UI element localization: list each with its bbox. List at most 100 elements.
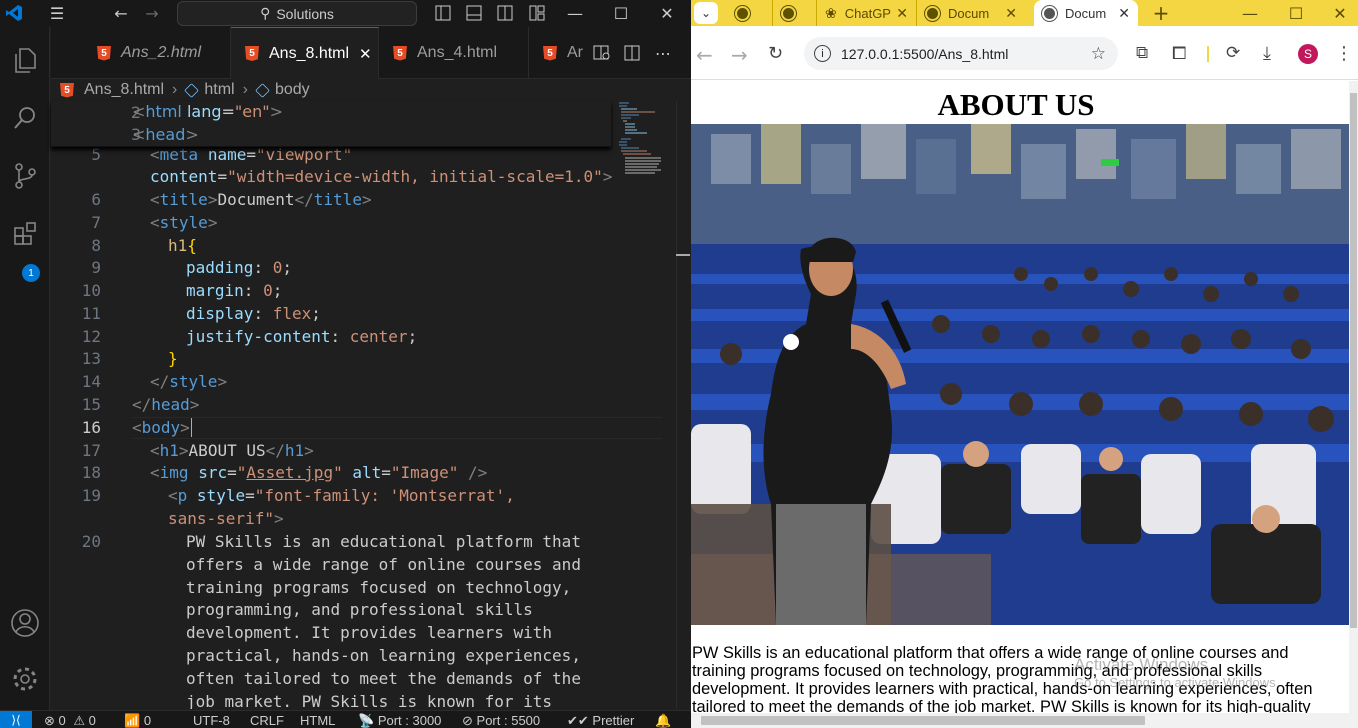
toggle-sidebar-icon[interactable] [432,2,454,24]
more-menu-icon[interactable]: ⋮ [1335,43,1353,64]
forward-arrow-icon[interactable]: → [139,2,165,24]
minimize-icon[interactable]: — [1237,2,1263,24]
breadcrumb-file[interactable]: Ans_8.html [84,81,164,99]
toggle-panel-icon[interactable] [463,2,485,24]
eol-indicator[interactable]: CRLF [250,713,284,728]
close-tab-icon[interactable]: ✕ [896,5,908,22]
breadcrumb-separator-icon: › [242,81,248,98]
ports-indicator[interactable]: 📶 0 [124,713,151,728]
webpage-viewport: ABOUT US PW Skills is an educational pla… [691,81,1358,728]
browser-tab-active[interactable]: Docum ✕ [1034,0,1138,26]
close-window-icon[interactable]: ✕ [1327,2,1353,24]
more-actions-icon[interactable]: ⋯ [651,42,675,64]
sticky-scroll-header: 2 <html lang="en"> 3 <head> [51,101,611,147]
command-center-search[interactable]: ⚲ Solutions [177,1,417,26]
code-line: <h1>ABOUT US</h1> [150,441,314,460]
tab-ans-8[interactable]: 5 Ans_8.html ✕ [231,27,379,79]
back-arrow-icon[interactable]: ← [108,2,134,24]
browser-tab-document[interactable]: Docum ✕ [917,0,1025,26]
new-tab-icon[interactable]: + [1149,1,1173,25]
prettier-indicator[interactable]: ✔✔ Prettier [567,713,634,728]
error-count: 0 [58,713,66,728]
toggle-secondary-sidebar-icon[interactable] [494,2,516,24]
profile-avatar[interactable]: S [1298,44,1318,64]
breadcrumb-body[interactable]: body [275,81,310,99]
browser-tab-strip: ⌄ ❀ ChatGP ✕ Docum ✕ Docum ✕ + — ☐ ✕ [691,0,1358,26]
code-line: <img src="Asset.jpg" alt="Image" /> [150,463,488,482]
scrollbar-thumb[interactable] [701,716,1145,725]
code-line: often tailored to meet the demands of th… [186,668,581,688]
code-line: programming, and professional skills [186,600,533,620]
back-arrow-icon[interactable]: ← [696,43,713,67]
tab-search-icon[interactable]: ⌄ [694,2,718,24]
browser-tab-chatgpt[interactable]: ❀ ChatGP ✕ [817,0,917,26]
extensions-icon[interactable] [0,211,50,257]
maximize-icon[interactable]: ☐ [608,2,634,24]
symbol-icon [184,82,200,98]
globe-icon [735,5,750,21]
notifications-bell-icon[interactable]: 🔔 [655,713,671,728]
split-editor-icon[interactable] [621,42,643,64]
line-number: 15 [81,395,101,414]
live-share-port[interactable]: 📡 Port : 3000 [358,713,441,728]
breadcrumb-html[interactable]: html [204,81,234,99]
tab-label: Ar [567,44,583,61]
line-number: 5 [91,145,101,164]
browser-toolbar: ← → ↻ i 127.0.0.1:5500/Ans_8.html ☆ ⧉ ⧠ … [691,26,1358,80]
editor-scrollbar[interactable] [676,101,690,709]
vscode-window: ☰ ← → ⚲ Solutions — ☐ ✕ 1 5 Ans_2.html 5… [0,0,691,728]
accounts-icon[interactable] [0,600,50,646]
settings-gear-icon[interactable] [0,656,50,702]
code-line: sans-serif"> [168,509,284,528]
watermark-subtitle: Go to Settings to activate Windows. [1074,675,1280,690]
tab-overflow[interactable]: 5 Ar [529,27,591,79]
close-tab-icon[interactable]: ✕ [1005,5,1017,22]
chatgpt-icon: ❀ [825,4,837,21]
go-live-button[interactable]: ⊘ Port : 5500 [462,713,540,728]
downloads-icon[interactable]: ⤓ [1263,43,1271,64]
explorer-icon[interactable] [0,37,50,83]
reading-mode-icon[interactable]: ⧉ [1136,43,1148,63]
code-editor[interactable]: 23567891011121314151617181920 <html lang… [51,101,691,709]
forward-arrow-icon[interactable]: → [731,43,748,67]
browser-tab[interactable] [727,0,773,26]
extension-icon[interactable]: ⟳ [1226,43,1240,63]
browser-window: ⌄ ❀ ChatGP ✕ Docum ✕ Docum ✕ + — ☐ ✕ ← → ↻ i… [691,0,1358,728]
open-preview-icon[interactable] [591,42,613,64]
maximize-icon[interactable]: ☐ [1283,2,1309,24]
code-line: padding: 0; [186,258,292,277]
problems-indicator[interactable]: ⊗ 0 ⚠ 0 [44,713,96,728]
customize-layout-icon[interactable] [526,2,548,24]
address-bar[interactable]: i 127.0.0.1:5500/Ans_8.html ☆ [804,37,1118,70]
close-tab-icon[interactable]: ✕ [1118,5,1130,22]
code-line: </style> [150,372,228,391]
reload-icon[interactable]: ↻ [768,43,783,64]
tab-ans-4[interactable]: 5 Ans_4.html [379,27,529,79]
minimize-icon[interactable]: — [562,2,588,24]
language-indicator[interactable]: HTML [300,713,335,728]
line-number: 17 [81,441,101,460]
search-icon[interactable] [0,95,50,141]
code-line: <title>Document</title> [150,190,372,209]
bookmark-star-icon[interactable]: ☆ [1091,44,1106,64]
code-line: <body> [132,418,192,437]
scroll-position-marker [676,254,690,256]
remote-indicator-icon[interactable]: ⟩⟨ [0,711,32,728]
horizontal-scrollbar[interactable] [691,713,1349,728]
menu-icon[interactable]: ☰ [44,2,70,24]
code-line: display: flex; [186,304,321,323]
extensions-puzzle-icon[interactable]: ⧠ [1172,43,1186,64]
minimap[interactable] [617,101,672,181]
no-entry-icon: ⊘ [462,713,473,728]
close-window-icon[interactable]: ✕ [654,2,680,24]
browser-tab[interactable] [773,0,817,26]
source-control-icon[interactable] [0,153,50,199]
symbol-icon [255,82,270,98]
globe-icon [925,5,940,21]
double-check-icon: ✔✔ [567,713,589,728]
close-tab-icon[interactable]: ✕ [359,45,372,63]
vertical-scrollbar-thumb[interactable] [1350,93,1357,628]
site-info-icon[interactable]: i [814,45,831,62]
encoding-indicator[interactable]: UTF-8 [193,713,230,728]
tab-ans-2[interactable]: 5 Ans_2.html [51,27,231,79]
